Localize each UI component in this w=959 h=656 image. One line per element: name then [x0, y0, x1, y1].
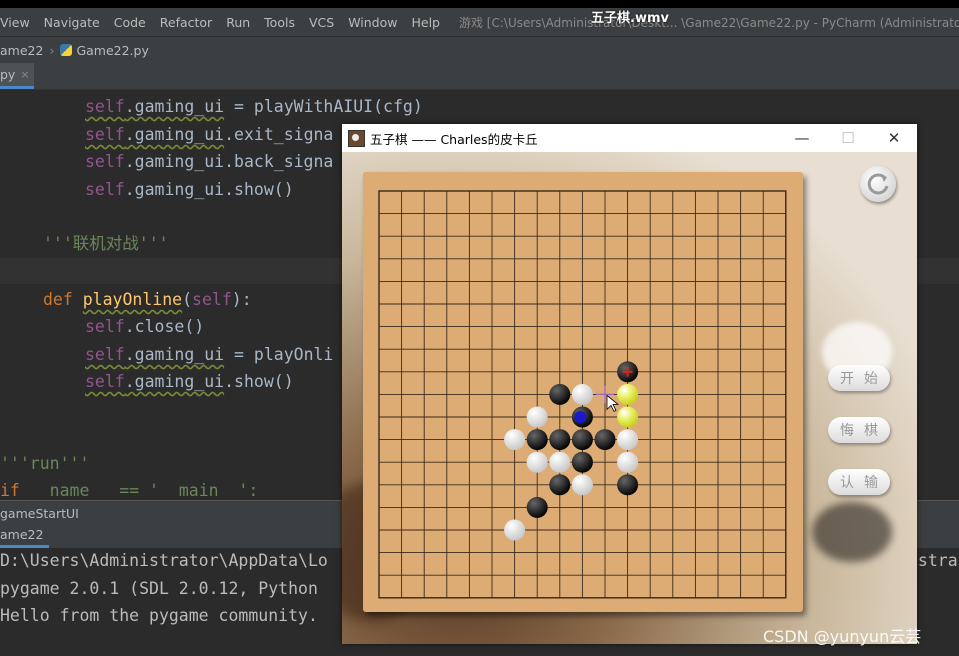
last-move-marker	[574, 411, 587, 423]
menu-window[interactable]: Window	[341, 15, 404, 30]
close-icon[interactable]: ×	[20, 68, 29, 81]
code-line: self.gaming_ui.exit_signa	[85, 125, 334, 144]
background-stone-decoration	[812, 502, 892, 562]
menu-help[interactable]: Help	[404, 15, 447, 30]
white-stone	[617, 429, 639, 451]
console-line: Hello from the pygame community.	[0, 606, 318, 625]
white-stone	[617, 451, 639, 473]
run-config-name[interactable]: gameStartUI	[0, 506, 79, 521]
code-line: self.close()	[85, 317, 205, 336]
breadcrumb-project[interactable]: ame22	[0, 43, 43, 58]
menu-refactor[interactable]: Refactor	[153, 15, 219, 30]
code-line: def playOnline(self):	[43, 290, 252, 309]
black-stone	[617, 474, 639, 496]
black-stone	[526, 429, 548, 451]
game-window: 五子棋 —— Charles的皮卡丘 — ☐ ✕ 开始 悔棋 认输	[342, 124, 917, 644]
game-app-icon	[348, 129, 365, 147]
console-line: D:\Users\Administrator\AppData\Lo	[0, 551, 328, 570]
code-line: self.gaming_ui.show()	[85, 180, 294, 199]
undo-button[interactable]: 悔棋	[828, 417, 890, 443]
video-title: 五子棋.wmv	[591, 11, 669, 26]
watermark: CSDN @yunyun云芸	[763, 627, 922, 646]
black-stone	[549, 429, 571, 451]
white-stone	[526, 406, 548, 428]
docstring: '''run'''	[0, 454, 90, 473]
black-stone	[594, 429, 616, 451]
board-grid[interactable]	[363, 172, 803, 612]
breadcrumb-file[interactable]: Game22.py	[76, 43, 148, 58]
black-stone	[571, 429, 593, 451]
restart-icon[interactable]	[860, 166, 896, 202]
gomoku-board[interactable]	[363, 172, 803, 612]
breadcrumb: ame22 › Game22.py	[0, 36, 959, 63]
run-tab[interactable]: ame22	[0, 524, 50, 548]
menu-bar: View Navigate Code Refactor Run Tools VC…	[0, 8, 959, 36]
game-canvas: 开始 悔棋 认输	[342, 152, 917, 644]
chevron-right-icon: ›	[49, 42, 55, 58]
black-stone	[571, 451, 593, 473]
black-stone	[549, 383, 571, 405]
tab-file[interactable]: py ×	[0, 63, 34, 89]
video-frame-top	[0, 0, 959, 8]
game-window-title: 五子棋 —— Charles的皮卡丘	[370, 131, 538, 147]
menu-vcs[interactable]: VCS	[302, 15, 341, 30]
menu-view[interactable]: View	[0, 15, 37, 30]
white-stone	[617, 406, 639, 428]
white-stone	[617, 383, 639, 405]
surrender-button[interactable]: 认输	[828, 469, 890, 495]
menu-code[interactable]: Code	[107, 15, 153, 30]
menu-navigate[interactable]: Navigate	[37, 15, 107, 30]
menu-tools[interactable]: Tools	[257, 15, 302, 30]
tab-label: py	[0, 67, 16, 82]
maximize-button[interactable]: ☐	[825, 124, 871, 152]
black-stone	[526, 496, 548, 518]
editor-tab-bar: py ×	[0, 63, 959, 90]
white-stone	[504, 429, 526, 451]
white-stone	[571, 474, 593, 496]
game-title-bar[interactable]: 五子棋 —— Charles的皮卡丘 — ☐ ✕	[342, 124, 917, 152]
code-line: self.gaming_ui.back_signa	[85, 152, 334, 171]
ide-window-title: 游戏 [C:\Users\Administrator\Deskt... \Gam…	[458, 15, 959, 30]
menu-run[interactable]: Run	[219, 15, 257, 30]
code-line: self.gaming_ui.show()	[85, 372, 294, 391]
white-stone	[504, 519, 526, 541]
minimize-button[interactable]: —	[779, 124, 825, 152]
close-button[interactable]: ✕	[871, 124, 917, 152]
start-button[interactable]: 开始	[828, 365, 890, 391]
mouse-cursor-icon	[606, 394, 620, 412]
console-line: pygame 2.0.1 (SDL 2.0.12, Python	[0, 579, 318, 598]
python-file-icon	[60, 44, 73, 56]
black-stone	[549, 474, 571, 496]
code-line: self.gaming_ui = playOnli	[85, 345, 334, 364]
code-line: self.gaming_ui = playWithAIUI(cfg)	[85, 97, 423, 116]
white-stone	[571, 383, 593, 405]
white-stone	[549, 451, 571, 473]
docstring: '''联机对战'''	[43, 234, 169, 253]
white-stone	[526, 451, 548, 473]
